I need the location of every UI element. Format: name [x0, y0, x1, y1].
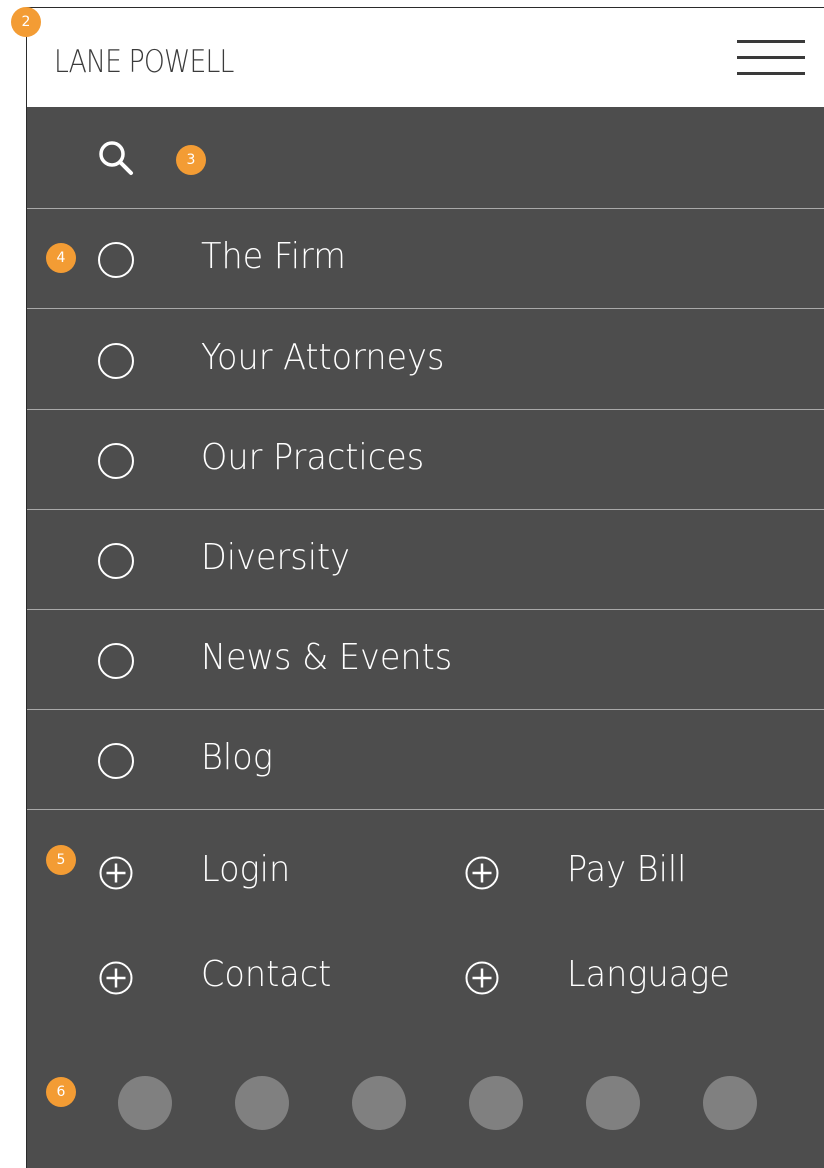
social-icon-1[interactable] — [118, 1076, 172, 1130]
nav-item-label: Diversity — [201, 537, 350, 578]
social-icon-5[interactable] — [586, 1076, 640, 1130]
language-label: Language — [567, 954, 730, 995]
radio-circle-icon[interactable] — [98, 643, 134, 679]
contact-label: Contact — [201, 954, 332, 995]
nav-item-label: Your Attorneys — [201, 337, 445, 378]
annotation-badge-5: 5 — [46, 845, 76, 875]
nav-item-label: News & Events — [201, 637, 453, 678]
plus-circle-icon — [465, 856, 499, 890]
login-label: Login — [201, 849, 291, 890]
hamburger-line — [737, 56, 805, 59]
social-icon-6[interactable] — [703, 1076, 757, 1130]
nav-item-blog[interactable]: Blog — [27, 710, 824, 810]
plus-circle-icon — [99, 856, 133, 890]
annotation-badge-4: 4 — [46, 243, 76, 273]
social-icon-4[interactable] — [469, 1076, 523, 1130]
pay-bill-label: Pay Bill — [567, 849, 687, 890]
search-row[interactable] — [27, 107, 824, 209]
nav-item-your-attorneys[interactable]: Your Attorneys — [27, 310, 824, 410]
nav-item-diversity[interactable]: Diversity — [27, 510, 824, 610]
plus-circle-icon — [465, 961, 499, 995]
hamburger-line — [737, 40, 805, 43]
radio-circle-icon[interactable] — [98, 743, 134, 779]
radio-circle-icon[interactable] — [98, 443, 134, 479]
annotation-badge-6: 6 — [46, 1077, 76, 1107]
search-icon[interactable] — [97, 139, 135, 177]
hamburger-line — [737, 72, 805, 75]
nav-item-label: The Firm — [201, 236, 346, 277]
social-icon-3[interactable] — [352, 1076, 406, 1130]
radio-circle-icon[interactable] — [98, 543, 134, 579]
hamburger-icon[interactable] — [737, 40, 805, 76]
nav-item-label: Blog — [201, 737, 273, 778]
nav-item-the-firm[interactable]: The Firm — [27, 209, 824, 309]
nav-item-news-events[interactable]: News & Events — [27, 610, 824, 710]
app-frame: LANE POWELL The Firm Your Attorneys Our … — [26, 7, 824, 1168]
nav-item-our-practices[interactable]: Our Practices — [27, 410, 824, 510]
plus-circle-icon — [99, 961, 133, 995]
radio-circle-icon[interactable] — [98, 242, 134, 278]
annotation-badge-2: 2 — [11, 7, 41, 37]
nav-item-label: Our Practices — [201, 437, 425, 478]
annotation-badge-3: 3 — [176, 145, 206, 175]
mobile-menu: The Firm Your Attorneys Our Practices Di… — [27, 107, 824, 1168]
radio-circle-icon[interactable] — [98, 343, 134, 379]
social-icon-2[interactable] — [235, 1076, 289, 1130]
site-header: LANE POWELL — [27, 8, 824, 107]
site-logo[interactable]: LANE POWELL — [54, 44, 234, 80]
